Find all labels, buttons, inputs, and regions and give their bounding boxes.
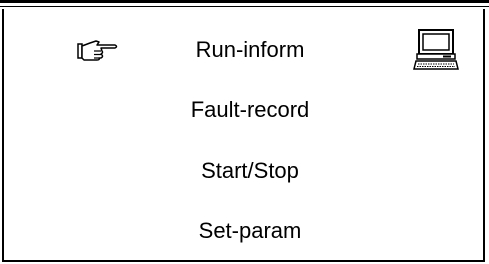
menu-item-start-stop[interactable]: Start/Stop: [150, 158, 350, 184]
pointing-hand-icon: [77, 38, 119, 62]
menu-item-run-inform[interactable]: Run-inform: [150, 37, 350, 63]
menu-item-fault-record[interactable]: Fault-record: [150, 97, 350, 123]
top-border-thin: [0, 6, 489, 7]
menu-item-set-param[interactable]: Set-param: [150, 218, 350, 244]
computer-icon: [413, 29, 459, 71]
lcd-menu-screen: Run-inform Fault-record Start/Stop Set-p…: [0, 0, 489, 264]
top-border: [0, 0, 489, 3]
